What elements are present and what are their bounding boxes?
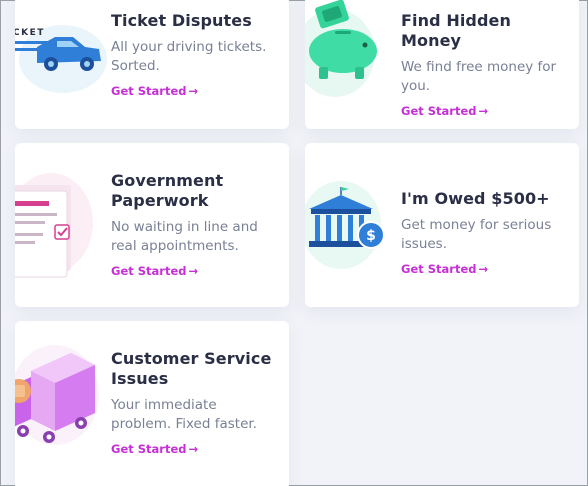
arrow-right-icon: → xyxy=(188,442,199,456)
card-title: I'm Owed $500+ xyxy=(401,189,550,208)
card-description: No waiting in line and real appointments… xyxy=(111,219,258,254)
delivery-truck-icon xyxy=(15,345,99,445)
get-started-link[interactable]: Get Started → xyxy=(111,442,198,456)
ticket-label-text: CKET xyxy=(15,28,45,38)
car-ticket-icon: CKET xyxy=(15,25,107,93)
arrow-right-icon: → xyxy=(478,262,489,276)
bank-dollar-icon: $ xyxy=(305,181,385,269)
card-title: Customer Service Issues xyxy=(111,349,272,388)
arrow-right-icon: → xyxy=(188,84,199,98)
card-owed-500[interactable]: $ I'm Owed $500+ Get money for serious i… xyxy=(305,143,579,307)
get-started-link[interactable]: Get Started → xyxy=(401,262,488,276)
get-started-label: Get Started xyxy=(111,264,187,278)
card-description: All your driving tickets. Sorted. xyxy=(111,39,267,74)
piggy-bank-icon xyxy=(305,0,377,97)
card-government-paperwork[interactable]: Government Paperwork No waiting in line … xyxy=(15,143,289,307)
card-customer-service-issues[interactable]: Customer Service Issues Your immediate p… xyxy=(15,321,289,486)
card-description: Your immediate problem. Fixed faster. xyxy=(111,397,257,432)
card-description: Get money for serious issues. xyxy=(401,217,552,252)
document-checkbox-icon xyxy=(15,173,93,278)
arrow-right-icon: → xyxy=(478,104,489,118)
get-started-link[interactable]: Get Started → xyxy=(111,264,198,278)
card-find-hidden-money[interactable]: Find Hidden Money We find free money for… xyxy=(305,0,579,129)
dollar-sign-text: $ xyxy=(366,228,376,244)
arrow-right-icon: → xyxy=(188,264,199,278)
card-title: Government Paperwork xyxy=(111,171,224,210)
get-started-label: Get Started xyxy=(401,104,477,118)
get-started-label: Get Started xyxy=(111,84,187,98)
get-started-link[interactable]: Get Started → xyxy=(111,84,198,98)
get-started-label: Get Started xyxy=(401,262,477,276)
card-title: Find Hidden Money xyxy=(401,11,511,50)
get-started-link[interactable]: Get Started → xyxy=(401,104,488,118)
card-description: We find free money for you. xyxy=(401,59,557,94)
card-ticket-disputes[interactable]: CKET Ticket Disputes All your driving ti… xyxy=(15,0,289,129)
get-started-label: Get Started xyxy=(111,442,187,456)
card-title: Ticket Disputes xyxy=(111,11,252,30)
